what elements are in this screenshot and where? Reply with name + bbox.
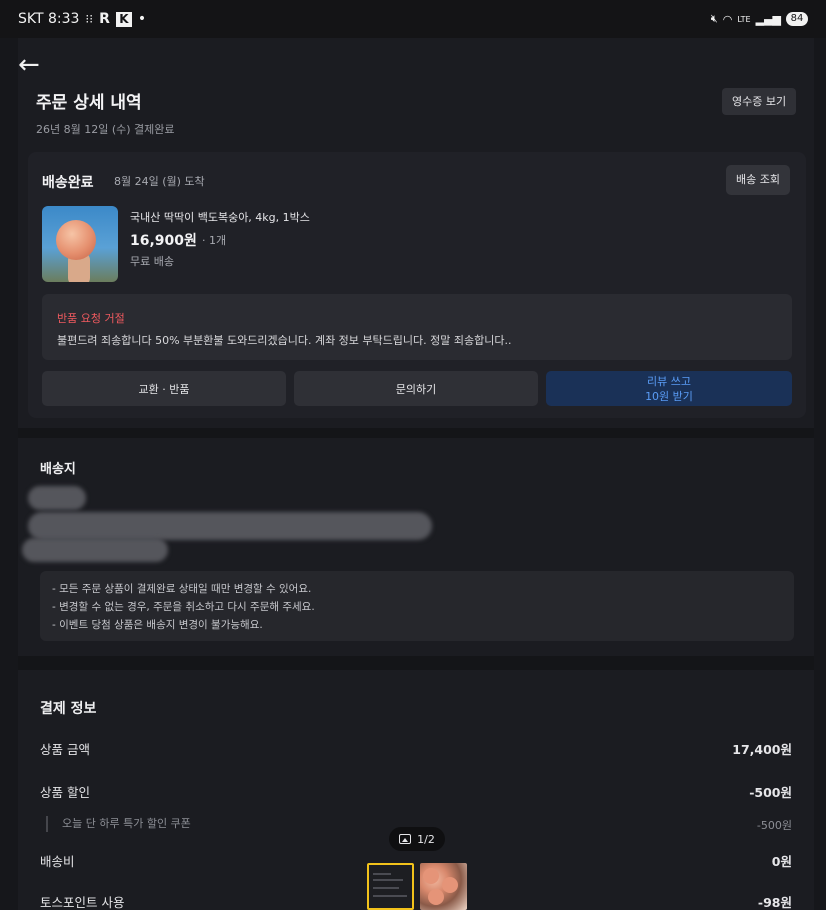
notice-line: - 모든 주문 상품이 결제완료 상태일 때만 변경할 수 있어요.: [52, 583, 312, 595]
exchange-return-label: 교환 · 반품: [138, 382, 190, 396]
redacted-recipient: [28, 486, 86, 510]
thumb-preview-line: [373, 887, 399, 889]
product-price: 16,900원: [130, 233, 197, 249]
page-indicator-text: 1/2: [417, 832, 435, 846]
return-rejected-message: 불편드려 죄송합니다 50% 부분환불 도와드리겠습니다. 계좌 정보 부탁드립…: [57, 334, 512, 347]
toss-points-value: -98원: [757, 895, 792, 910]
thumb-peach: [423, 868, 439, 884]
thumbnail-strip-item-selected[interactable]: [367, 863, 414, 910]
return-rejected-notice: 반품 요청 거절 불편드려 죄송합니다 50% 부분환불 도와드리겠습니다. 계…: [42, 294, 792, 360]
write-review-button[interactable]: 리뷰 쓰고 10원 받기: [546, 371, 792, 406]
back-arrow-icon[interactable]: ←: [18, 50, 40, 80]
inquiry-label: 문의하기: [395, 382, 437, 396]
order-actions: 교환 · 반품 문의하기 리뷰 쓰고 10원 받기: [42, 371, 792, 406]
product-discount-value: -500원: [749, 785, 792, 800]
thumbnail-peach: [56, 220, 96, 260]
order-date: 26년 8월 12일 (수) 결제완료: [36, 123, 175, 136]
shipping-fee-label: 배송비: [40, 854, 75, 869]
notification-dot: •: [137, 11, 147, 27]
glyph-icon: ⁝⁝: [85, 12, 94, 26]
shipping-fee-value: 0원: [771, 854, 792, 869]
exchange-return-button[interactable]: 교환 · 반품: [42, 371, 286, 406]
mute-icon: 🔇︎: [710, 12, 718, 25]
signal-icon: ▂▄▆: [755, 12, 781, 26]
status-bar: SKT 8:33 ⁝⁝ R K • 🔇︎ ◠ LTE ▂▄▆ 84: [0, 0, 826, 38]
network-label: LTE: [737, 14, 751, 24]
coupon-label: 오늘 단 하루 특가 할인 쿠폰: [46, 816, 191, 832]
notice-line: - 변경할 수 없는 경우, 주문을 취소하고 다시 주문해 주세요.: [52, 601, 315, 613]
thumb-preview-line: [373, 873, 391, 875]
view-receipt-button[interactable]: 영수증 보기: [722, 88, 797, 115]
product-shipping: 무료 배송: [130, 255, 174, 268]
carrier-time: SKT 8:33: [18, 11, 80, 27]
thumb-peach: [428, 889, 444, 905]
arrival-date: 8월 24일 (월) 도착: [114, 175, 205, 188]
return-rejected-title: 반품 요청 거절: [57, 312, 125, 325]
payment-section-title: 결제 정보: [40, 701, 97, 717]
redacted-address: [28, 512, 432, 540]
order-card: 배송완료 8월 24일 (월) 도착 배송 조회 국내산 딱딱이 백도복숭아, …: [28, 152, 806, 418]
review-label-line1: 리뷰 쓰고: [647, 374, 691, 388]
shipping-change-notice: - 모든 주문 상품이 결제완료 상태일 때만 변경할 수 있어요. - 변경할…: [40, 571, 794, 641]
inquiry-button[interactable]: 문의하기: [294, 371, 538, 406]
review-label-line2: 10원 받기: [645, 389, 693, 403]
toss-points-label: 토스포인트 사용: [40, 895, 125, 910]
section-divider: [18, 428, 814, 438]
order-detail-page: ← 주문 상세 내역 26년 8월 12일 (수) 결제완료 영수증 보기 배송…: [18, 38, 814, 910]
track-delivery-button[interactable]: 배송 조회: [726, 165, 790, 195]
product-thumbnail[interactable]: [42, 206, 118, 282]
product-amount-value: 17,400원: [732, 742, 792, 757]
image-page-indicator: 1/2: [389, 827, 445, 851]
coupon-value: -500원: [756, 819, 792, 832]
battery-icon: 84: [786, 12, 808, 26]
thumbnail-strip-item[interactable]: [420, 863, 467, 910]
thumb-preview-line: [373, 879, 403, 881]
product-amount-label: 상품 금액: [40, 742, 90, 757]
delivery-status: 배송완료: [42, 175, 94, 191]
product-discount-label: 상품 할인: [40, 785, 90, 800]
image-icon: [399, 834, 412, 844]
app-k-icon: K: [115, 11, 132, 27]
redacted-phone: [22, 538, 168, 562]
notice-line: - 이벤트 당첨 상품은 배송지 변경이 불가능해요.: [52, 619, 263, 631]
app-r-icon: R: [99, 11, 110, 27]
product-quantity: · 1개: [202, 234, 227, 247]
thumb-preview-line: [373, 895, 407, 897]
shipping-section-title: 배송지: [40, 462, 76, 477]
thumb-peach: [442, 877, 458, 893]
page-title: 주문 상세 내역: [36, 93, 142, 113]
product-name[interactable]: 국내산 딱딱이 백도복숭아, 4kg, 1박스: [130, 209, 310, 225]
app-screen: SKT 8:33 ⁝⁝ R K • 🔇︎ ◠ LTE ▂▄▆ 84 ← 주문 상…: [0, 0, 826, 910]
wifi-icon: ◠: [722, 12, 733, 26]
section-divider: [18, 656, 814, 670]
